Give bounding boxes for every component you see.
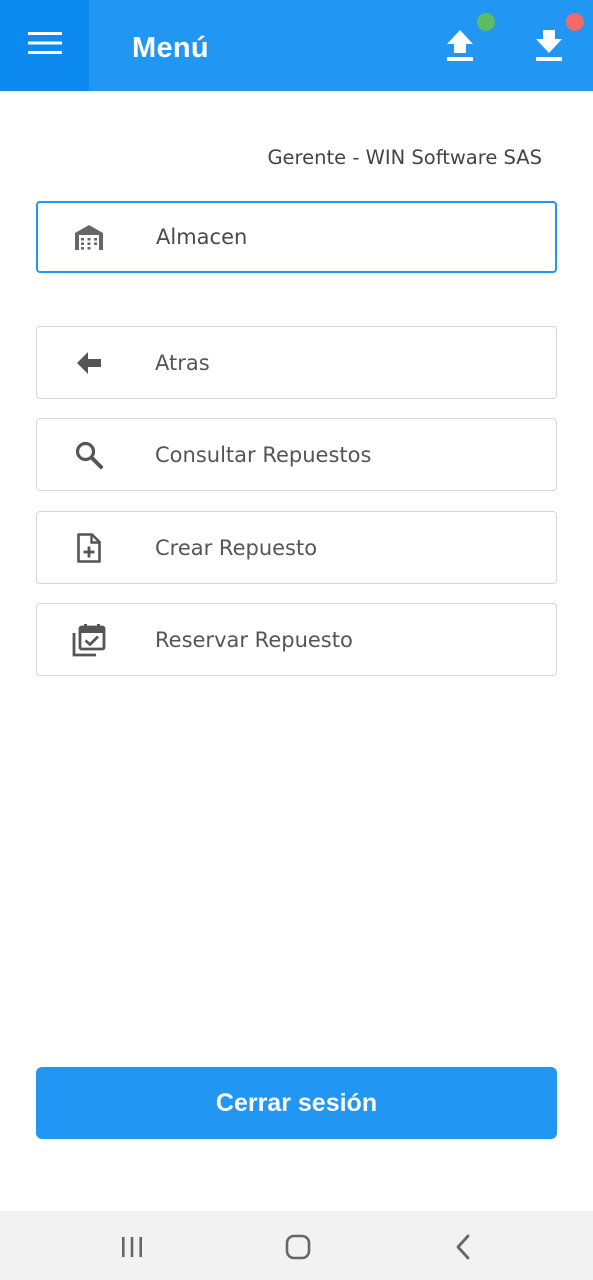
menu-item-crear-repuesto[interactable]: Crear Repuesto (36, 511, 557, 584)
home-button[interactable] (276, 1225, 320, 1269)
calendar-check-icon (71, 622, 107, 658)
download-button[interactable] (525, 22, 573, 70)
warehouse-icon (71, 219, 107, 255)
back-chevron-icon (456, 1234, 470, 1260)
menu-item-label: Reservar Repuesto (155, 627, 353, 652)
menu-item-consultar-repuestos[interactable]: Consultar Repuestos (36, 418, 557, 491)
upload-icon (447, 30, 473, 61)
user-company-label: Gerente - WIN Software SAS (267, 146, 542, 169)
recents-button[interactable] (110, 1225, 154, 1269)
page-title: Menú (132, 32, 209, 64)
module-label: Almacen (156, 225, 248, 249)
arrow-back-icon (71, 345, 107, 381)
menu-item-label: Crear Repuesto (155, 535, 318, 560)
add-document-icon (71, 530, 107, 566)
menu-item-label: Atras (155, 350, 210, 375)
back-button[interactable] (442, 1225, 486, 1269)
upload-status-dot (477, 13, 495, 31)
module-almacen[interactable]: Almacen (36, 201, 557, 273)
search-icon (71, 437, 107, 473)
system-nav-bar (0, 1211, 593, 1280)
hamburger-menu-icon (27, 31, 62, 54)
logout-button[interactable]: Cerrar sesión (36, 1067, 557, 1139)
download-icon (536, 30, 562, 61)
app-bar: Menú (0, 0, 593, 91)
upload-button[interactable] (436, 22, 484, 70)
recents-icon (122, 1237, 142, 1257)
menu-item-label: Consultar Repuestos (155, 442, 372, 467)
menu-item-reservar-repuesto[interactable]: Reservar Repuesto (36, 603, 557, 676)
download-status-dot (566, 13, 584, 31)
home-icon (285, 1234, 311, 1260)
menu-item-atras[interactable]: Atras (36, 326, 557, 399)
hamburger-menu-button[interactable] (0, 0, 89, 91)
